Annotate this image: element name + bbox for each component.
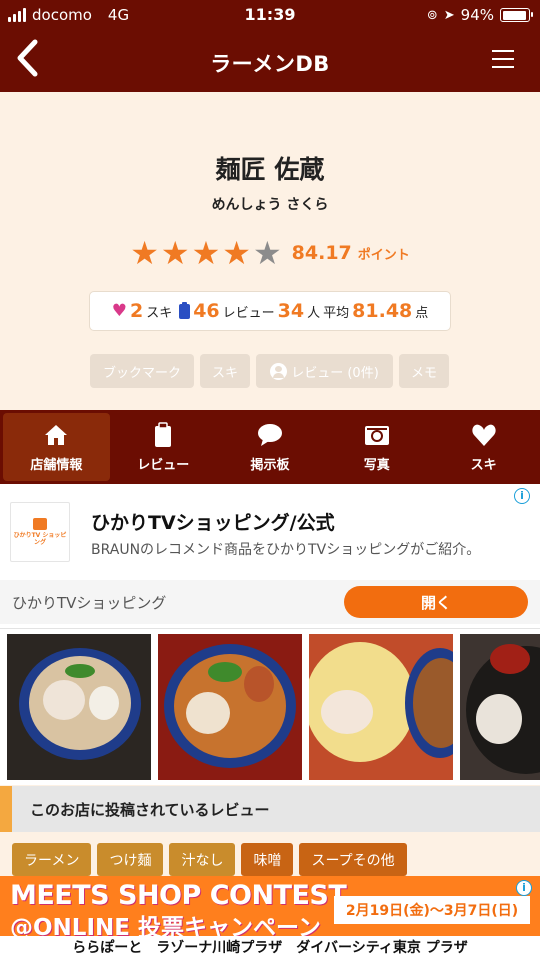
banner-title: MEETS SHOP CONTEST — [10, 880, 347, 911]
star-filled-icon: ★ — [222, 234, 251, 272]
tab-shop-info[interactable]: 店舗情報 — [3, 413, 110, 481]
bookmark-label: ブックマーク — [102, 365, 181, 381]
status-right: ⊚ ➤ 94% — [426, 6, 533, 24]
shop-name: 麺匠 佐蔵 — [215, 155, 325, 184]
rating: ★ ★ ★ ★ ★ 84.17 ポイント — [0, 236, 540, 270]
like-button[interactable]: スキ — [200, 354, 250, 388]
orientation-lock-icon: ⊚ — [426, 7, 438, 23]
advertiser-logo: ひかりTV ショッピング — [10, 502, 70, 562]
average-label: 平均 — [323, 305, 350, 321]
app-header: ラーメンDB — [0, 30, 540, 92]
star-filled-icon: ★ — [191, 234, 221, 272]
banner-dates: 2月19日(金)～3月7日(日) — [334, 896, 530, 924]
photo-thumbnail[interactable] — [7, 634, 151, 780]
tab-label: 写真 — [363, 457, 390, 473]
shop-header: 麺匠 佐蔵 めんしょう さくら ★ ★ ★ ★ ★ 84.17 ポイント ♥ 2 スキ … — [0, 92, 540, 410]
status-bar: docomo 4G 11:39 ⊚ ➤ 94% — [0, 0, 540, 30]
star-filled-icon: ★ — [130, 234, 159, 272]
photo-thumbnail[interactable] — [460, 634, 540, 780]
home-icon — [45, 424, 68, 445]
filter-miso[interactable]: 味噌 — [241, 843, 294, 876]
native-ad[interactable]: ひかりTV ショッピング ひかりTVショッピング/公式 BRAUNのレコメンド商… — [0, 484, 540, 629]
likes-count: 2 — [129, 300, 144, 322]
hamburger-menu-icon[interactable] — [492, 50, 514, 68]
star-rating: ★ ★ ★ ★ ★ — [130, 236, 281, 270]
heart-icon — [471, 424, 496, 446]
tab-reviews[interactable]: レビュー — [110, 413, 217, 481]
ad-headline[interactable]: ひかりTVショッピング/公式 — [91, 508, 335, 535]
ad-open-button[interactable]: 開く — [344, 586, 528, 618]
location-icon: ➤ — [443, 7, 455, 23]
star-empty-icon: ★ — [252, 234, 282, 272]
review-label: レビュー — [222, 305, 275, 321]
shop-name-kana: めんしょう さくら — [211, 197, 329, 213]
average-score: 81.48 — [352, 300, 413, 322]
reviewer-unit: 人 — [307, 305, 321, 321]
reviews-heading: このお店に投稿されているレビュー — [30, 801, 270, 819]
memo-button[interactable]: メモ — [399, 354, 449, 388]
shopping-bag-icon — [33, 518, 47, 530]
banner-ad[interactable]: MEETS SHOP CONTEST @ONLINE 投票キャンペーン 2月19… — [0, 876, 540, 960]
review-category-filters: ラーメン つけ麺 汁なし 味噌 スープその他 — [12, 843, 407, 876]
photo-thumbnail[interactable] — [309, 634, 453, 780]
reviews-section-header: このお店に投稿されているレビュー — [0, 786, 540, 832]
write-review-label: レビュー (0件) — [291, 365, 379, 381]
ad-info-icon[interactable]: i — [516, 880, 532, 896]
reviewer-count: 34 — [277, 300, 305, 322]
battery-percent: 94% — [460, 6, 494, 24]
ad-info-icon[interactable]: i — [514, 488, 530, 504]
clipboard-icon — [155, 421, 172, 447]
heart-icon: ♥ — [111, 301, 127, 321]
review-count: 46 — [193, 300, 220, 322]
star-filled-icon: ★ — [160, 234, 190, 272]
chat-bubble-icon — [257, 423, 282, 446]
app-title: ラーメンDB — [210, 52, 330, 76]
ad-description: BRAUNのレコメンド商品をひかりTVショッピングがご紹介。 — [91, 542, 481, 558]
filter-shirunashi[interactable]: 汁なし — [169, 843, 236, 876]
tab-likes[interactable]: スキ — [430, 413, 537, 481]
tab-board[interactable]: 掲示板 — [217, 413, 324, 481]
banner-malls: ららぽーと ラゾーナ川崎プラザ ダイバーシティ東京 プラザ — [0, 936, 540, 960]
filter-ramen[interactable]: ラーメン — [12, 843, 92, 876]
filter-soup-other[interactable]: スープその他 — [299, 843, 407, 876]
tab-label: スキ — [470, 457, 497, 473]
filter-tsukemen[interactable]: つけ麺 — [97, 843, 164, 876]
photo-strip — [0, 629, 540, 785]
memo-label: メモ — [410, 365, 437, 381]
shop-stats: ♥ 2 スキ 46 レビュー 34 人 平均 81.48 点 — [89, 291, 451, 331]
tab-label: レビュー — [137, 457, 190, 473]
shop-tab-bar: 店舗情報 レビュー 掲示板 写真 スキ — [0, 410, 540, 484]
battery-icon — [500, 8, 533, 22]
bookmark-button[interactable]: ブックマーク — [90, 354, 194, 388]
user-icon — [270, 362, 288, 380]
clipboard-icon — [179, 301, 191, 319]
average-unit: 点 — [415, 305, 429, 321]
tab-photos[interactable]: 写真 — [323, 413, 430, 481]
photo-thumbnail[interactable] — [158, 634, 302, 780]
shop-actions: ブックマーク スキ レビュー (0件) メモ — [90, 354, 449, 388]
tab-label: 店舗情報 — [30, 457, 83, 473]
rating-unit: ポイント — [357, 247, 410, 263]
like-label: スキ — [211, 365, 238, 381]
advertiser-logo-text: ひかりTV ショッピング — [13, 532, 67, 546]
ad-advertiser: ひかりTVショッピング — [12, 594, 167, 612]
ad-footer: ひかりTVショッピング 開く — [0, 580, 540, 624]
camera-icon — [364, 425, 389, 445]
rating-score: 84.17 — [291, 242, 352, 264]
write-review-button[interactable]: レビュー (0件) — [256, 354, 393, 388]
tab-label: 掲示板 — [250, 457, 290, 473]
likes-label: スキ — [146, 305, 173, 321]
